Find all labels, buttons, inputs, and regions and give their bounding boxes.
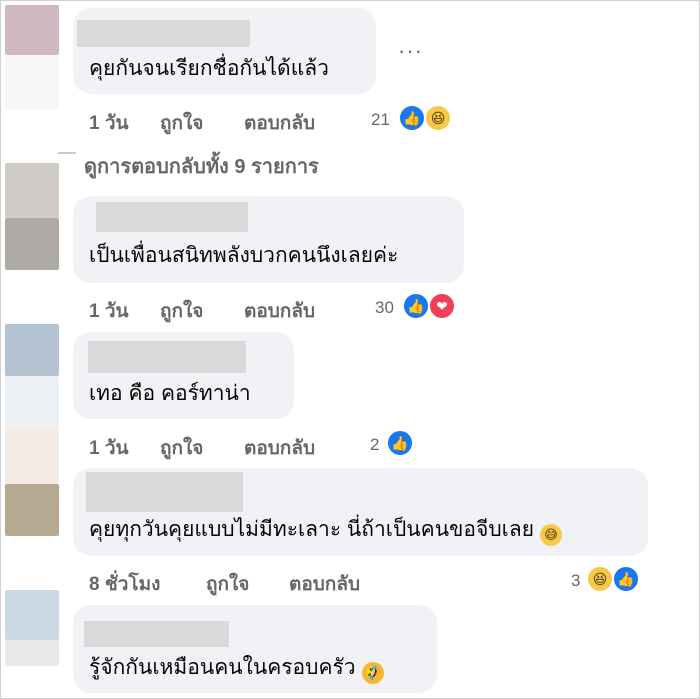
like-button[interactable]: ถูกใจ: [160, 296, 203, 326]
comment-time[interactable]: 8 ชั่วโมง: [89, 569, 160, 599]
avatar-placeholder: [5, 428, 59, 484]
haha-icon: 😆: [424, 104, 452, 132]
comment-text: คุยกันจนเรียกชื่อกันได้แล้ว: [89, 57, 329, 80]
love-icon: ❤: [428, 292, 456, 320]
reaction-count[interactable]: 21: [371, 110, 390, 130]
comment-text-body: คุยทุกวันคุยแบบไม่มีทะเลาะ นี่ถ้าเป็นคนข…: [89, 518, 535, 541]
comment-text: เป็นเพื่อนสนิทพลังบวกคนนึงเลยค่ะ: [89, 244, 399, 267]
sweat-smile-emoji: 😅: [540, 524, 563, 546]
comment-text: เทอ คือ คอร์ทาน่า: [89, 382, 251, 405]
redacted-name: [88, 341, 246, 373]
comment-time[interactable]: 1 วัน: [89, 108, 129, 138]
avatar[interactable]: [5, 218, 59, 270]
redacted-name: [86, 472, 243, 512]
redacted-name: [84, 621, 229, 647]
reply-thread-line: [58, 152, 76, 154]
redacted-name: [96, 202, 248, 232]
avatar[interactable]: [5, 163, 59, 218]
reply-button[interactable]: ตอบกลับ: [244, 296, 315, 326]
like-button[interactable]: ถูกใจ: [206, 569, 249, 599]
reaction-count[interactable]: 3: [571, 571, 580, 591]
like-button[interactable]: ถูกใจ: [160, 433, 203, 463]
like-icon: 👍: [386, 429, 414, 457]
comment-time[interactable]: 1 วัน: [89, 296, 129, 326]
comment-text: รู้จักกันเหมือนคนในครอบครัว 🤣: [89, 655, 388, 688]
like-icon: 👍: [612, 565, 640, 593]
reply-button[interactable]: ตอบกลับ: [244, 433, 315, 463]
avatar-placeholder: [5, 55, 59, 110]
rofl-emoji: 🤣: [357, 658, 388, 688]
like-icon: 👍: [398, 104, 426, 132]
reaction-count[interactable]: 2: [370, 435, 379, 455]
avatar[interactable]: [5, 590, 59, 640]
avatar[interactable]: [5, 484, 59, 536]
view-replies-link[interactable]: ดูการตอบกลับทั้ง 9 รายการ: [84, 150, 319, 182]
avatar-placeholder: [5, 376, 59, 428]
reaction-count[interactable]: 30: [375, 298, 394, 318]
redacted-name: [77, 20, 250, 47]
like-icon: 👍: [402, 292, 430, 320]
avatar[interactable]: [5, 324, 59, 376]
comment-text-body: รู้จักกันเหมือนคนในครอบครัว: [89, 656, 356, 679]
comment-time[interactable]: 1 วัน: [89, 433, 129, 463]
more-options-icon[interactable]: ···: [398, 38, 423, 64]
avatar[interactable]: [5, 5, 59, 55]
avatar-placeholder: [5, 640, 59, 666]
haha-icon: 😆: [586, 565, 614, 593]
reply-button[interactable]: ตอบกลับ: [244, 108, 315, 138]
comment-text: คุยทุกวันคุยแบบไม่มีทะเลาะ นี่ถ้าเป็นคนข…: [89, 517, 563, 546]
reply-button[interactable]: ตอบกลับ: [289, 569, 360, 599]
like-button[interactable]: ถูกใจ: [160, 108, 203, 138]
